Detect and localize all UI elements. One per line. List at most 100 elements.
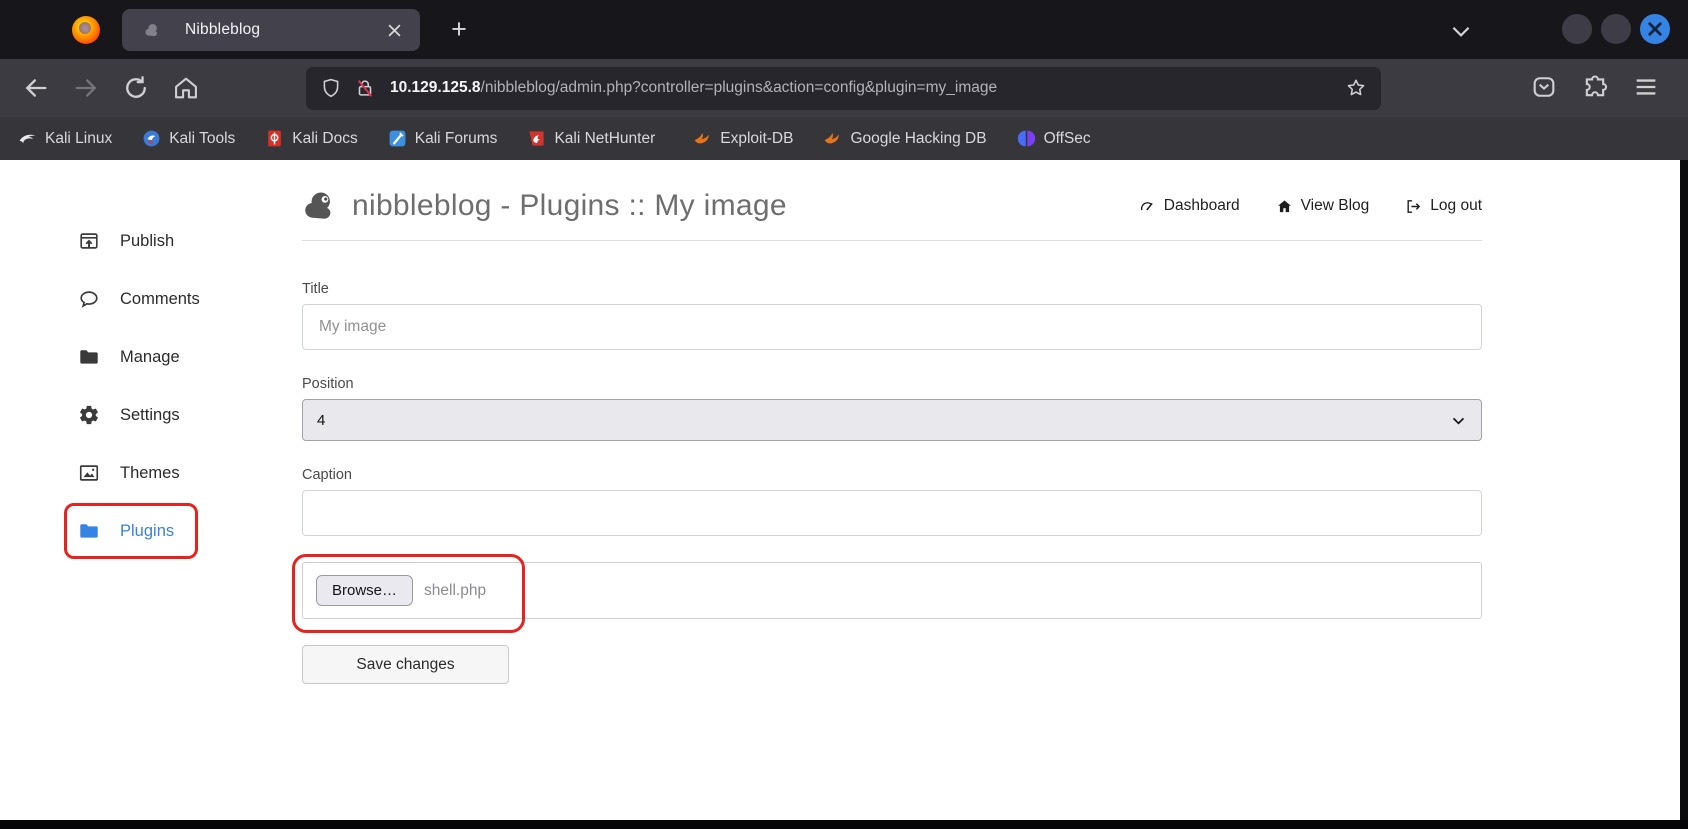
bookmark-kali-docs[interactable]: Kali Docs xyxy=(265,129,358,148)
position-label: Position xyxy=(302,376,354,392)
exploit-db-icon xyxy=(694,132,710,144)
navigation-toolbar: 10.129.125.8/nibbleblog/admin.php?contro… xyxy=(0,59,1688,117)
tab-title: Nibbleblog xyxy=(185,21,261,38)
browser-window: Nibbleblog + 10.129.125.8/nibbleblog/adm… xyxy=(0,0,1688,829)
nav-view-blog[interactable]: View Blog xyxy=(1276,197,1370,215)
window-maximize-button[interactable] xyxy=(1601,14,1631,44)
nibbleblog-squirrel-icon xyxy=(305,192,331,219)
nav-label: Dashboard xyxy=(1163,197,1240,214)
kali-forums-icon xyxy=(389,130,406,147)
sidebar-item-settings[interactable]: Settings xyxy=(0,398,302,432)
save-changes-button[interactable]: Save changes xyxy=(302,645,509,684)
bookmark-star-icon[interactable] xyxy=(1345,77,1367,99)
folder-icon xyxy=(80,524,98,538)
browser-tab[interactable]: Nibbleblog xyxy=(122,9,420,51)
nav-label: Log out xyxy=(1430,197,1482,214)
page-title: nibbleblog - Plugins :: My image xyxy=(352,189,787,222)
sidebar-item-manage[interactable]: Manage xyxy=(0,340,302,374)
url-path: /nibbleblog/admin.php?controller=plugins… xyxy=(480,79,998,96)
position-value: 4 xyxy=(317,411,326,429)
header-divider xyxy=(302,240,1482,241)
sidebar-item-label: Themes xyxy=(120,463,180,482)
bookmark-label: Kali Linux xyxy=(45,129,113,147)
folder-icon xyxy=(80,350,98,364)
sidebar-item-label: Publish xyxy=(120,231,175,250)
sidebar: Publish Comments Manage Settings Themes … xyxy=(0,160,302,572)
ghdb-icon xyxy=(825,132,840,144)
sidebar-item-plugins[interactable]: Plugins xyxy=(0,514,302,548)
sidebar-item-themes[interactable]: Themes xyxy=(0,456,302,490)
nav-dashboard[interactable]: Dashboard xyxy=(1139,197,1240,215)
plugin-config-form: Title Position 4 Caption Browse… shell.p… xyxy=(302,281,1482,684)
insecure-lock-icon[interactable] xyxy=(354,77,376,99)
bookmark-kali-tools[interactable]: Kali Tools xyxy=(142,129,235,148)
dashboard-icon xyxy=(1140,201,1153,211)
kali-nethunter-icon xyxy=(529,131,545,146)
sidebar-item-publish[interactable]: Publish xyxy=(0,224,302,258)
screen-right-edge xyxy=(1680,160,1688,829)
bookmark-kali-forums[interactable]: Kali Forums xyxy=(388,129,498,148)
image-icon xyxy=(79,465,99,481)
new-tab-button[interactable]: + xyxy=(442,12,476,46)
sidebar-item-label: Manage xyxy=(120,347,180,366)
nav-log-out[interactable]: Log out xyxy=(1405,197,1482,215)
home-icon xyxy=(1277,199,1291,212)
main-panel: nibbleblog - Plugins :: My image Dashboa… xyxy=(302,160,1482,684)
position-select[interactable]: 4 xyxy=(302,399,1482,441)
bookmark-kali-nethunter[interactable]: Kali NetHunter xyxy=(527,129,655,148)
back-button[interactable] xyxy=(22,74,50,102)
title-input[interactable] xyxy=(302,304,1482,350)
tab-favicon-squirrel-icon xyxy=(145,23,158,36)
bookmark-label: Exploit-DB xyxy=(720,129,794,147)
comments-icon xyxy=(80,291,98,308)
url-text: 10.129.125.8/nibbleblog/admin.php?contro… xyxy=(390,79,997,97)
logout-icon xyxy=(1407,199,1421,213)
browse-button[interactable]: Browse… xyxy=(316,575,414,606)
publish-icon xyxy=(80,233,98,249)
bookmark-label: Kali Docs xyxy=(292,129,358,147)
tabs-dropdown-icon[interactable] xyxy=(1448,18,1474,44)
page-content: Publish Comments Manage Settings Themes … xyxy=(0,160,1688,829)
reload-button[interactable] xyxy=(122,74,150,102)
title-label: Title xyxy=(302,281,329,297)
screen-bottom-edge xyxy=(0,820,1688,829)
bookmark-label: Kali NetHunter xyxy=(554,129,656,147)
window-close-icon xyxy=(1648,22,1662,36)
kali-tools-icon xyxy=(143,130,160,147)
window-minimize-button[interactable] xyxy=(1562,14,1592,44)
bookmark-offsec[interactable]: OffSec xyxy=(1017,129,1091,148)
top-nav: Dashboard View Blog Log out xyxy=(1139,197,1482,215)
kali-docs-icon xyxy=(268,130,282,147)
bookmark-label: Kali Tools xyxy=(169,129,236,147)
bookmark-label: Google Hacking DB xyxy=(850,129,987,147)
forward-button[interactable] xyxy=(72,74,100,102)
caption-label: Caption xyxy=(302,467,352,483)
bookmark-label: Kali Forums xyxy=(414,129,498,147)
home-button[interactable] xyxy=(172,74,200,102)
bookmark-label: OffSec xyxy=(1043,129,1091,147)
caption-input[interactable] xyxy=(302,490,1482,536)
menu-button[interactable] xyxy=(1632,73,1660,101)
sidebar-item-label: Comments xyxy=(120,289,200,308)
tab-close-icon[interactable] xyxy=(384,20,404,40)
kali-linux-icon xyxy=(19,134,36,144)
bookmarks-toolbar: Kali Linux Kali Tools Kali Docs Kali For… xyxy=(0,117,1688,160)
bookmark-google-hacking-db[interactable]: Google Hacking DB xyxy=(823,129,987,148)
window-close-button[interactable] xyxy=(1640,14,1670,44)
shield-icon[interactable] xyxy=(320,77,342,99)
page-header: nibbleblog - Plugins :: My image Dashboa… xyxy=(302,184,1482,228)
bookmark-exploit-db[interactable]: Exploit-DB xyxy=(693,129,793,148)
offsec-icon xyxy=(1017,130,1035,147)
firefox-icon xyxy=(72,16,100,44)
extensions-button[interactable] xyxy=(1581,73,1609,101)
file-input[interactable]: Browse… shell.php xyxy=(302,562,1482,619)
sidebar-item-label: Settings xyxy=(120,405,180,424)
file-name: shell.php xyxy=(424,581,487,599)
pocket-button[interactable] xyxy=(1530,73,1558,101)
nav-label: View Blog xyxy=(1300,197,1370,214)
gear-icon xyxy=(80,405,98,425)
chevron-down-icon xyxy=(1452,417,1465,425)
url-bar[interactable]: 10.129.125.8/nibbleblog/admin.php?contro… xyxy=(306,66,1381,110)
bookmark-kali-linux[interactable]: Kali Linux xyxy=(18,129,112,148)
sidebar-item-comments[interactable]: Comments xyxy=(0,282,302,316)
